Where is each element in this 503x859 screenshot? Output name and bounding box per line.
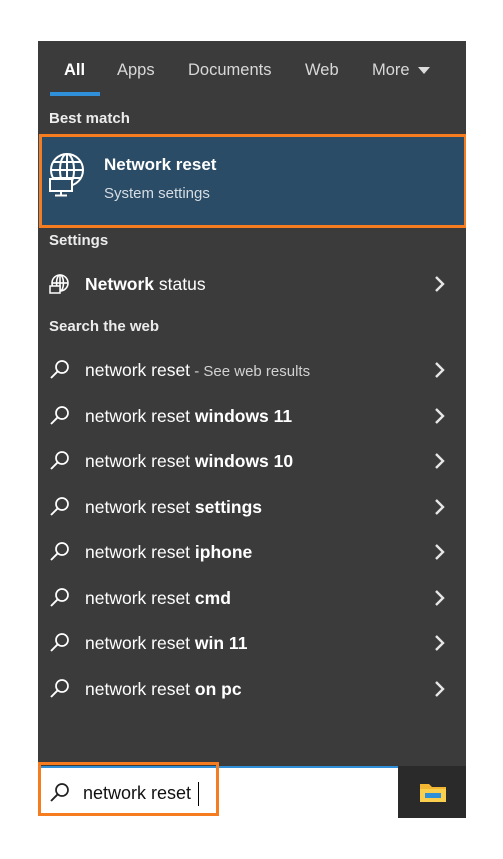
web-result-label: network reset cmd: [85, 588, 231, 608]
web-result-label: network reset win 11: [85, 633, 248, 653]
web-result-label: network reset iphone: [85, 542, 253, 562]
web-result-label: network reset on pc: [85, 679, 242, 699]
chevron-right-icon: [435, 408, 445, 424]
search-input[interactable]: [83, 774, 383, 812]
search-icon: [50, 588, 69, 607]
web-result-5[interactable]: network reset cmd: [38, 576, 466, 620]
web-result-7[interactable]: network reset on pc: [38, 667, 466, 711]
caret-down-icon: [417, 67, 430, 74]
active-tab-indicator: [50, 92, 100, 96]
search-web-heading: Search the web: [49, 318, 160, 335]
chevron-right-icon: [435, 590, 445, 606]
search-icon: [50, 633, 69, 652]
best-match-heading: Best match: [49, 110, 130, 127]
web-result-1[interactable]: network reset windows 11: [38, 394, 466, 438]
chevron-right-icon: [435, 276, 445, 292]
web-result-label: network reset - See web results: [85, 360, 311, 380]
settings-item-network-status[interactable]: Network status: [38, 262, 466, 306]
web-result-0[interactable]: network reset - See web results: [38, 348, 466, 392]
tab-web[interactable]: Web: [305, 55, 339, 85]
best-match-title: Network reset: [104, 155, 217, 174]
best-match-network-reset[interactable]: Network reset System settings: [38, 135, 466, 227]
tab-all[interactable]: All: [64, 55, 85, 85]
file-explorer-icon[interactable]: [419, 781, 447, 803]
search-icon: [50, 497, 69, 516]
web-result-6[interactable]: network reset win 11: [38, 621, 466, 665]
search-icon: [50, 542, 69, 561]
search-icon: [50, 406, 69, 425]
web-result-3[interactable]: network reset settings: [38, 485, 466, 529]
search-icon: [50, 451, 69, 470]
web-result-label: network reset settings: [85, 497, 263, 517]
chevron-right-icon: [435, 635, 445, 651]
search-icon: [50, 783, 69, 802]
chevron-right-icon: [435, 544, 445, 560]
globe-monitor-icon: [49, 153, 84, 197]
best-match-subtitle: System settings: [104, 185, 210, 202]
taskbar: [398, 766, 466, 818]
text-cursor: [198, 782, 199, 806]
web-result-label: network reset windows 11: [85, 406, 293, 426]
tab-apps[interactable]: Apps: [117, 55, 155, 85]
tab-more-label: More: [372, 61, 410, 79]
web-result-2[interactable]: network reset windows 10: [38, 439, 466, 483]
web-result-label: network reset windows 10: [85, 451, 294, 471]
tab-more[interactable]: More: [372, 55, 430, 85]
settings-item-label: Network status: [85, 274, 206, 294]
search-panel: All Apps Documents Web More Best match N…: [38, 41, 466, 766]
search-box[interactable]: [38, 766, 398, 818]
web-result-4[interactable]: network reset iphone: [38, 530, 466, 574]
chevron-right-icon: [435, 362, 445, 378]
chevron-right-icon: [435, 681, 445, 697]
chevron-right-icon: [435, 453, 445, 469]
tab-documents[interactable]: Documents: [188, 55, 271, 85]
chevron-right-icon: [435, 499, 445, 515]
globe-icon: [49, 274, 69, 294]
settings-heading: Settings: [49, 232, 109, 249]
search-icon: [50, 679, 69, 698]
tab-bar: All Apps Documents Web More: [38, 41, 466, 97]
search-icon: [50, 360, 69, 379]
